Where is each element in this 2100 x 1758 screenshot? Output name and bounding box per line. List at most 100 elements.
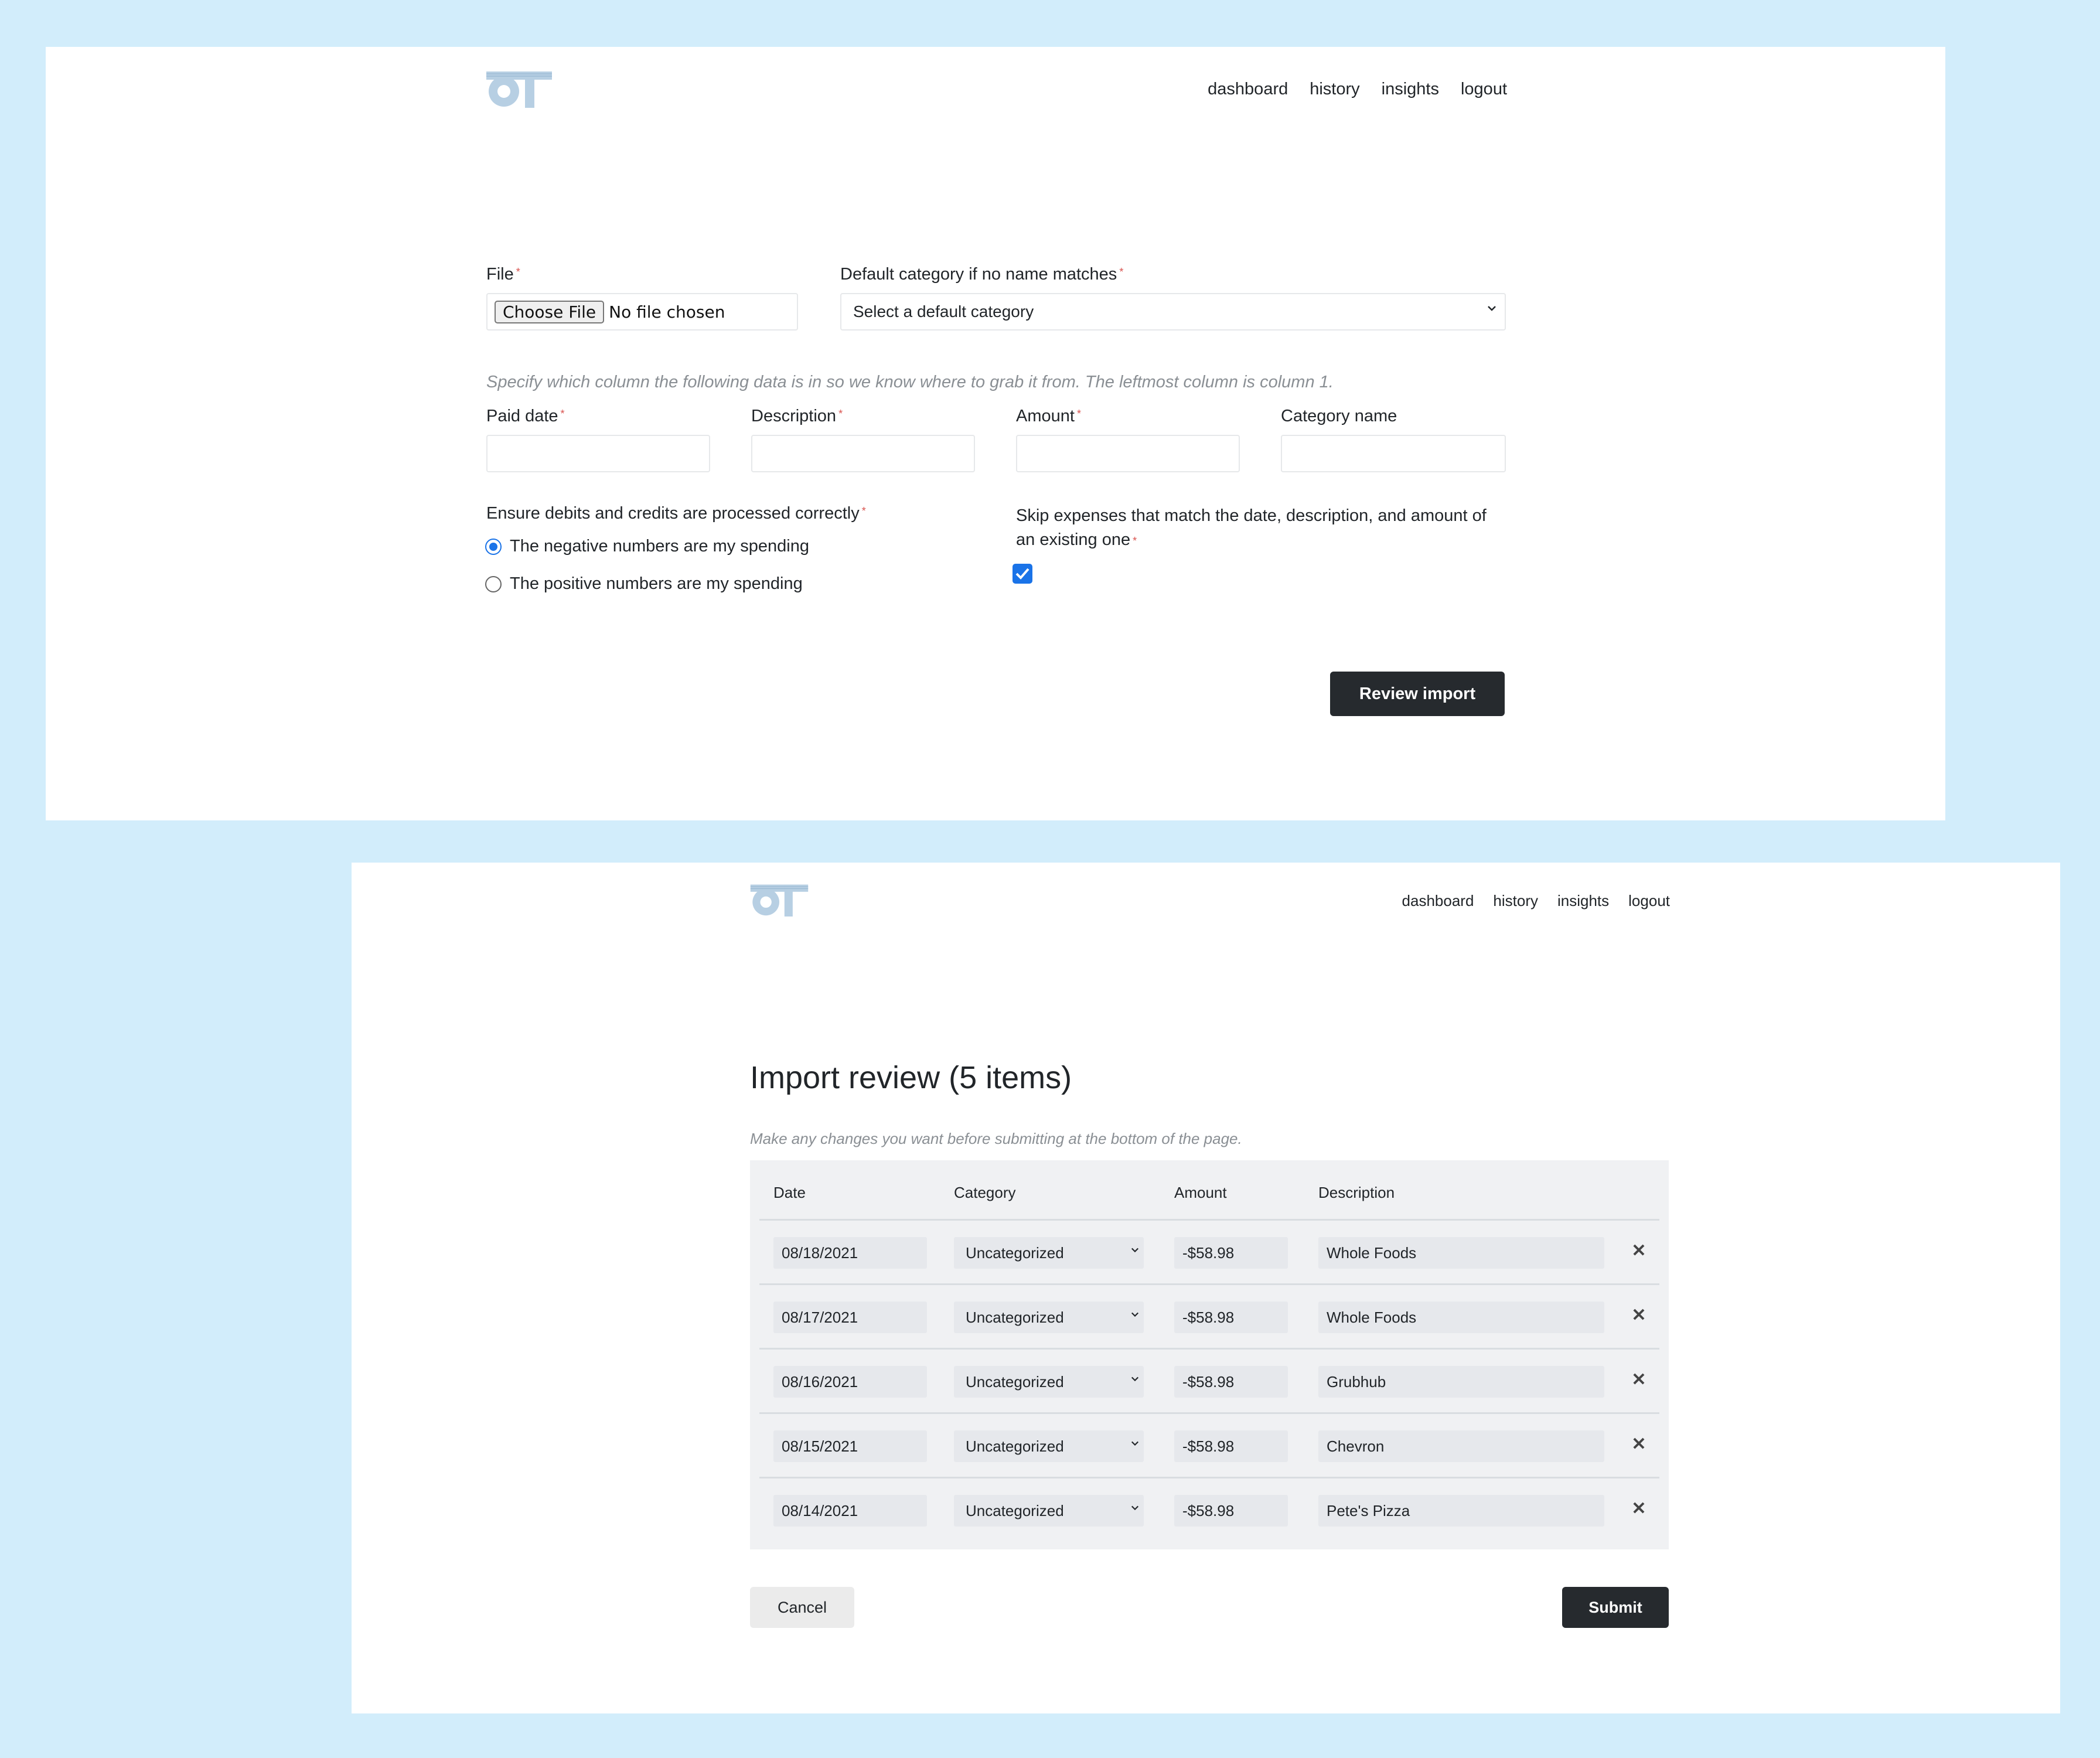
column-header-description: Description [1318,1184,1395,1201]
description-input[interactable]: Whole Foods [1318,1302,1604,1333]
description-label: Description * [751,407,843,426]
required-marker: * [1119,266,1124,278]
date-input[interactable]: 08/14/2021 [773,1495,927,1527]
radio-button-selected[interactable] [485,538,502,555]
skip-duplicates-label: Skip expenses that match the date, descr… [1016,504,1487,552]
description-column-input[interactable] [751,435,975,472]
category-name-column-input[interactable] [1281,435,1506,472]
debit-credit-label-text: Ensure debits and credits are processed … [486,504,860,523]
import-review-panel: dashboard history insights logout Import… [352,863,2060,1713]
paid-date-label: Paid date * [486,407,565,426]
table-row: 08/16/2021 Uncategorized -$58.98 Grubhub… [759,1348,1659,1412]
description-input[interactable]: Chevron [1318,1430,1604,1462]
category-name-label: Category name [1281,407,1397,425]
nav-dashboard[interactable]: dashboard [1208,80,1288,99]
close-icon[interactable]: ✕ [1630,1370,1648,1389]
page-title: Import review (5 items) [750,1060,1072,1095]
category-value: Uncategorized [966,1501,1064,1519]
debit-credit-label: Ensure debits and credits are processed … [486,504,866,523]
paid-date-label-text: Paid date [486,407,558,425]
description-input[interactable]: Pete's Pizza [1318,1495,1604,1527]
default-category-select[interactable]: Select a default category [840,293,1506,331]
file-input[interactable]: Choose File No file chosen [486,293,798,331]
paid-date-column-input[interactable] [486,435,710,472]
nav-insights[interactable]: insights [1557,892,1609,910]
category-select[interactable]: Uncategorized [954,1495,1144,1527]
column-header-date: Date [773,1184,806,1201]
amount-label: Amount * [1016,407,1081,426]
date-input[interactable]: 08/17/2021 [773,1302,927,1333]
date-input[interactable]: 08/18/2021 [773,1237,927,1269]
required-marker: * [838,408,843,420]
logo[interactable] [486,69,552,108]
category-select[interactable]: Uncategorized [954,1366,1144,1398]
amount-label-text: Amount [1016,407,1075,425]
column-hint: Specify which column the following data … [486,373,1334,391]
cancel-button[interactable]: Cancel [750,1587,854,1628]
nav-logout[interactable]: logout [1628,892,1670,910]
radio-negative-spending[interactable]: The negative numbers are my spending [485,537,809,556]
category-value: Uncategorized [966,1243,1064,1262]
required-marker: * [516,266,520,278]
skip-duplicates-checkbox[interactable] [1012,564,1032,584]
close-icon[interactable]: ✕ [1630,1435,1648,1454]
chevron-down-icon [1131,1502,1139,1515]
radio-positive-spending[interactable]: The positive numbers are my spending [485,574,803,594]
file-status: No file chosen [609,302,725,322]
nav-history[interactable]: history [1493,892,1538,910]
amount-input[interactable]: -$58.98 [1174,1430,1288,1462]
column-header-amount: Amount [1174,1184,1227,1201]
radio-button[interactable] [485,575,502,592]
chevron-down-icon [1131,1309,1139,1322]
file-label: File * [486,265,520,284]
page-subtitle: Make any changes you want before submitt… [750,1130,1242,1147]
skip-duplicates-label-line1: Skip expenses that match the date, descr… [1016,506,1487,525]
nav-dashboard[interactable]: dashboard [1402,892,1474,910]
close-icon[interactable]: ✕ [1630,1241,1648,1260]
nav-history[interactable]: history [1310,80,1359,99]
close-icon[interactable]: ✕ [1630,1306,1648,1325]
default-category-label-text: Default category if no name matches [840,265,1117,284]
category-value: Uncategorized [966,1437,1064,1455]
category-select[interactable]: Uncategorized [954,1237,1144,1269]
skip-duplicates-label-line2: an existing one * [1016,528,1487,552]
amount-input[interactable]: -$58.98 [1174,1366,1288,1398]
nav-insights[interactable]: insights [1382,80,1439,99]
amount-input[interactable]: -$58.98 [1174,1302,1288,1333]
skip-duplicates-label-line2-text: an existing one [1016,530,1131,549]
date-input[interactable]: 08/15/2021 [773,1430,927,1462]
amount-column-input[interactable] [1016,435,1240,472]
table-row: 08/18/2021 Uncategorized -$58.98 Whole F… [759,1219,1659,1283]
submit-button[interactable]: Submit [1562,1587,1669,1628]
category-value: Uncategorized [966,1372,1064,1391]
logo-icon [486,71,552,108]
description-input[interactable]: Whole Foods [1318,1237,1604,1269]
column-header-category: Category [954,1184,1016,1201]
required-marker: * [1076,408,1081,420]
amount-input[interactable]: -$58.98 [1174,1495,1288,1527]
table-row: 08/14/2021 Uncategorized -$58.98 Pete's … [759,1477,1659,1541]
import-form-panel: dashboard history insights logout File * … [46,47,1945,820]
chevron-down-icon [1131,1244,1139,1258]
choose-file-button[interactable]: Choose File [495,300,605,323]
description-label-text: Description [751,407,837,425]
chevron-down-icon [1487,301,1496,316]
required-marker: * [1133,535,1137,547]
close-icon[interactable]: ✕ [1630,1499,1648,1518]
checkmark-icon [1015,568,1029,580]
table-row: 08/15/2021 Uncategorized -$58.98 Chevron… [759,1412,1659,1477]
required-marker: * [861,505,866,517]
amount-input[interactable]: -$58.98 [1174,1237,1288,1269]
required-marker: * [560,408,565,420]
table-row: 08/17/2021 Uncategorized -$58.98 Whole F… [759,1283,1659,1348]
logo[interactable] [750,883,809,917]
category-select[interactable]: Uncategorized [954,1302,1144,1333]
description-input[interactable]: Grubhub [1318,1366,1604,1398]
review-import-button[interactable]: Review import [1330,672,1505,716]
category-value: Uncategorized [966,1308,1064,1326]
date-input[interactable]: 08/16/2021 [773,1366,927,1398]
category-select[interactable]: Uncategorized [954,1430,1144,1462]
chevron-down-icon [1131,1437,1139,1451]
nav-logout[interactable]: logout [1461,80,1507,99]
default-category-label: Default category if no name matches * [840,265,1123,284]
